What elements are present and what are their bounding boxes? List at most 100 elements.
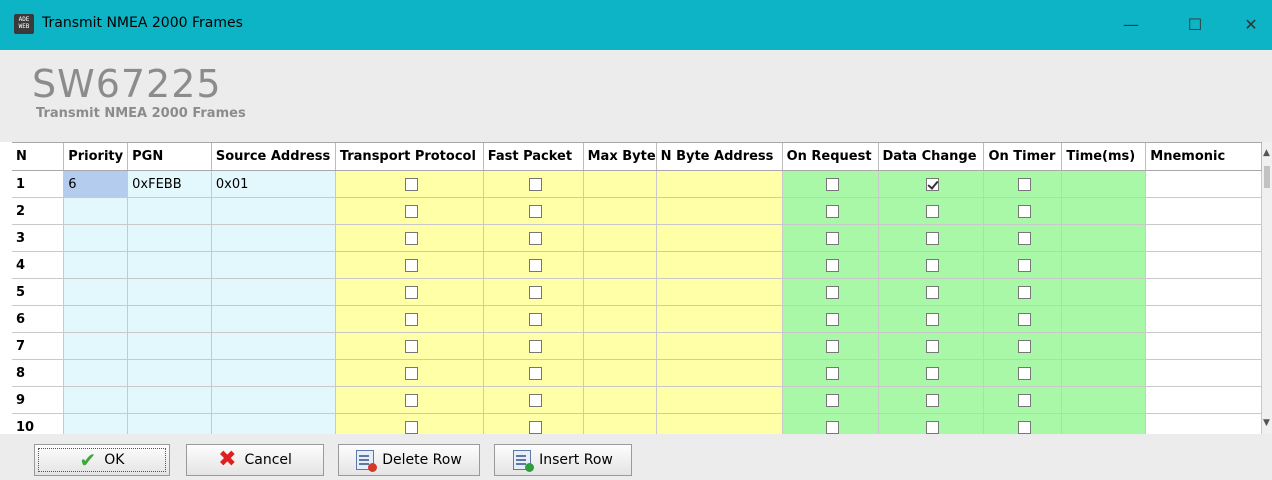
on-request-checkbox[interactable] [825,231,839,245]
time-ms-cell[interactable] [1061,251,1147,279]
priority-cell[interactable] [63,305,129,333]
time-ms-cell[interactable] [1061,413,1147,435]
column-header[interactable]: Fast Packet [483,143,584,171]
source-address-cell[interactable] [211,251,336,279]
data-change-checkbox[interactable] [926,312,940,326]
max-byte-cell[interactable] [583,197,657,225]
column-header[interactable]: On Request [782,143,879,171]
insert-row-button[interactable]: Insert Row [494,444,632,476]
on-timer-checkbox[interactable] [1018,393,1032,407]
source-address-cell[interactable] [211,278,336,306]
source-address-cell[interactable] [211,197,336,225]
column-header[interactable]: Transport Protocol [335,143,484,171]
data-change-checkbox[interactable] [926,366,940,380]
table-row[interactable]: 6 [12,305,1262,333]
pgn-cell[interactable] [127,251,212,279]
table-row[interactable]: 10 [12,413,1262,435]
transport-protocol-checkbox[interactable] [404,177,418,191]
on-timer-checkbox[interactable] [1018,312,1032,326]
source-address-cell[interactable] [211,386,336,414]
time-ms-cell[interactable] [1061,386,1147,414]
window-titlebar[interactable]: ADE WEB Transmit NMEA 2000 Frames — ☐ ✕ [0,0,1272,50]
time-ms-cell[interactable] [1061,305,1147,333]
column-header[interactable]: Mnemonic [1145,143,1262,171]
transport-protocol-checkbox[interactable] [404,258,418,272]
on-request-checkbox[interactable] [825,285,839,299]
ok-button[interactable]: ✔ OK [34,444,170,476]
delete-row-button[interactable]: Delete Row [338,444,480,476]
on-request-checkbox[interactable] [825,177,839,191]
data-change-checkbox[interactable] [926,231,940,245]
priority-cell[interactable] [63,332,129,360]
table-row[interactable]: 9 [12,386,1262,414]
mnemonic-cell[interactable] [1145,197,1262,225]
n-byte-address-cell[interactable] [656,278,783,306]
data-change-checkbox[interactable] [926,339,940,353]
on-request-checkbox[interactable] [825,393,839,407]
close-button[interactable]: ✕ [1228,10,1272,40]
n-byte-address-cell[interactable] [656,224,783,252]
time-ms-cell[interactable] [1061,170,1147,198]
transport-protocol-checkbox[interactable] [404,204,418,218]
transport-protocol-checkbox[interactable] [404,285,418,299]
source-address-cell[interactable] [211,359,336,387]
data-change-checkbox[interactable] [926,285,940,299]
data-change-checkbox[interactable] [926,258,940,272]
on-request-checkbox[interactable] [825,420,839,434]
table-row[interactable]: 3 [12,224,1262,252]
on-timer-checkbox[interactable] [1018,231,1032,245]
column-header[interactable]: Priority [63,143,129,171]
n-byte-address-cell[interactable] [656,386,783,414]
on-timer-checkbox[interactable] [1018,420,1032,434]
priority-cell[interactable]: 6 [63,170,129,198]
fast-packet-checkbox[interactable] [528,393,542,407]
transport-protocol-checkbox[interactable] [404,366,418,380]
table-row[interactable]: 2 [12,197,1262,225]
mnemonic-cell[interactable] [1145,305,1262,333]
priority-cell[interactable] [63,359,129,387]
pgn-cell[interactable] [127,386,212,414]
on-timer-checkbox[interactable] [1018,285,1032,299]
data-change-checkbox[interactable] [926,393,940,407]
time-ms-cell[interactable] [1061,359,1147,387]
pgn-cell[interactable] [127,224,212,252]
n-byte-address-cell[interactable] [656,305,783,333]
mnemonic-cell[interactable] [1145,278,1262,306]
table-row[interactable]: 7 [12,332,1262,360]
column-header[interactable]: On Timer [983,143,1063,171]
column-header[interactable]: PGN [127,143,212,171]
source-address-cell[interactable] [211,332,336,360]
on-request-checkbox[interactable] [825,258,839,272]
mnemonic-cell[interactable] [1145,413,1262,435]
fast-packet-checkbox[interactable] [528,285,542,299]
transport-protocol-checkbox[interactable] [404,420,418,434]
on-request-checkbox[interactable] [825,339,839,353]
max-byte-cell[interactable] [583,359,657,387]
n-byte-address-cell[interactable] [656,413,783,435]
mnemonic-cell[interactable] [1145,170,1262,198]
column-header[interactable]: N Byte Address [656,143,783,171]
priority-cell[interactable] [63,224,129,252]
max-byte-cell[interactable] [583,413,657,435]
scroll-down-icon[interactable]: ▼ [1263,418,1270,428]
pgn-cell[interactable]: 0xFEBB [127,170,212,198]
fast-packet-checkbox[interactable] [528,204,542,218]
pgn-cell[interactable] [127,305,212,333]
column-header[interactable]: Time(ms) [1061,143,1147,171]
fast-packet-checkbox[interactable] [528,177,542,191]
table-row[interactable]: 5 [12,278,1262,306]
on-timer-checkbox[interactable] [1018,177,1032,191]
scroll-up-icon[interactable]: ▲ [1263,148,1270,158]
mnemonic-cell[interactable] [1145,251,1262,279]
max-byte-cell[interactable] [583,332,657,360]
frames-grid[interactable]: N Priority PGN Source Address Transport Prot… [12,142,1262,436]
transport-protocol-checkbox[interactable] [404,312,418,326]
table-row[interactable]: 1 6 0xFEBB 0x01 [12,170,1262,198]
max-byte-cell[interactable] [583,305,657,333]
fast-packet-checkbox[interactable] [528,312,542,326]
time-ms-cell[interactable] [1061,278,1147,306]
transport-protocol-checkbox[interactable] [404,339,418,353]
data-change-checkbox[interactable] [926,204,940,218]
on-timer-checkbox[interactable] [1018,204,1032,218]
source-address-cell[interactable] [211,305,336,333]
